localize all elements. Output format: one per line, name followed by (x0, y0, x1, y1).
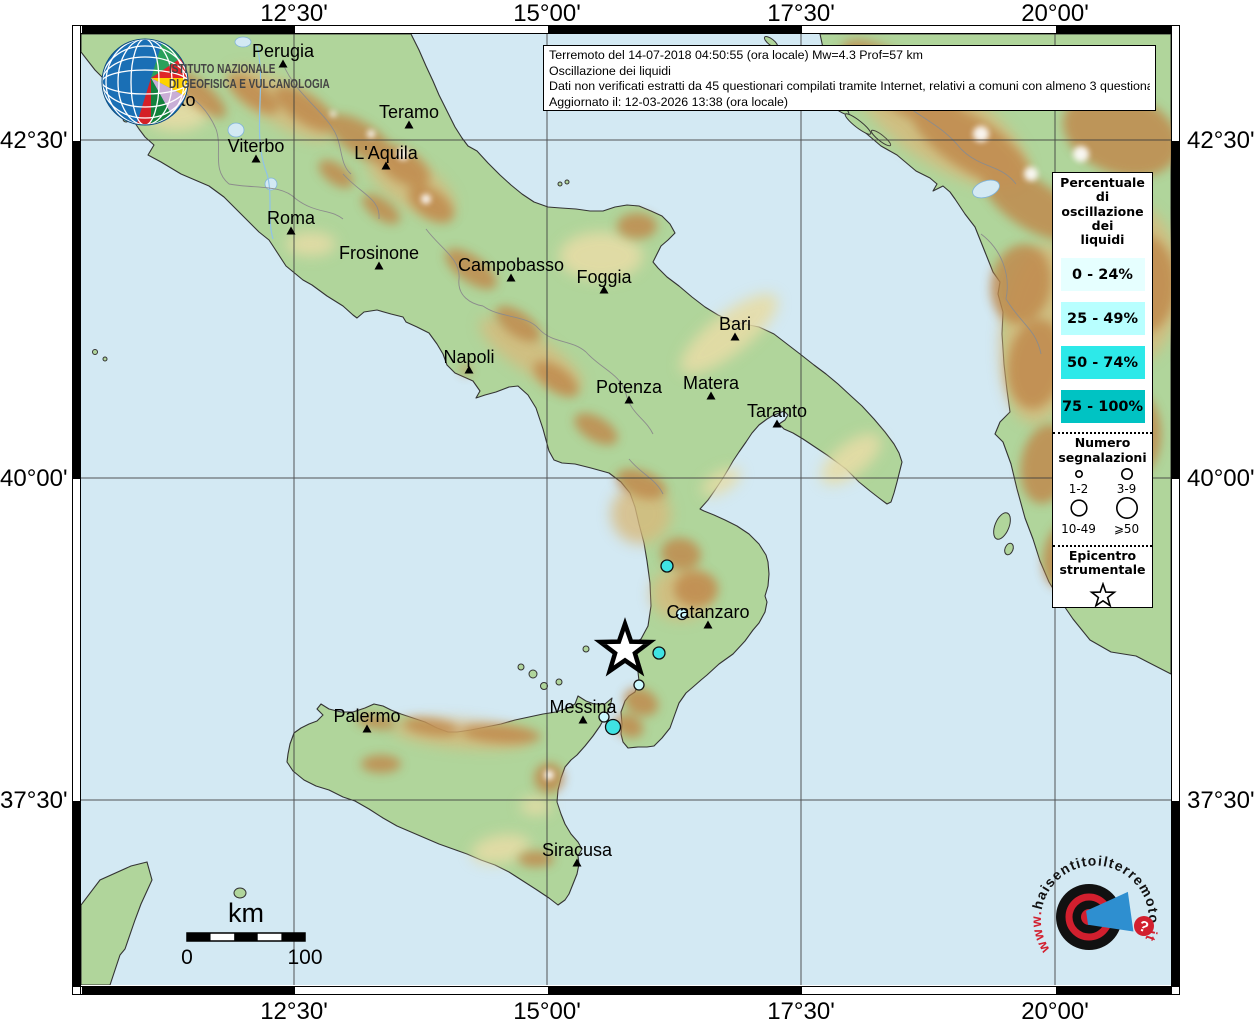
report-circle (633, 679, 645, 691)
tick-left-3: 37°30' (0, 787, 68, 814)
size-key-3-9: 3-9 (1103, 465, 1151, 496)
city-label: Bari (719, 314, 751, 334)
tick-left-2: 40°00' (0, 465, 68, 492)
legend-title: Percentuale di oscillazione dei liquidi (1060, 175, 1145, 247)
city-label: Catanzaro (666, 602, 749, 622)
city-label: Siracusa (542, 840, 613, 860)
city-label: L'Aquila (354, 143, 418, 163)
epicenter-star-icon (1088, 581, 1117, 608)
size-key-1-2: 1-2 (1055, 465, 1103, 496)
event-title-line: Terremoto del 14-07-2018 04:50:55 (ora l… (549, 48, 923, 62)
map-frame-left (72, 25, 81, 995)
tick-bottom-2: 15°00' (513, 998, 581, 1024)
size-circle-icon (1069, 499, 1088, 517)
legend-panel: Percentuale di oscillazione dei liquidi … (1052, 172, 1153, 608)
city-label: Viterbo (228, 136, 285, 156)
tick-top-2: 15°00' (513, 0, 581, 27)
city-label: Napoli (443, 347, 494, 367)
scale-end: 100 (287, 946, 322, 969)
tick-bottom-4: 20°00' (1021, 998, 1089, 1024)
size-key-50plus: ⩾50 (1103, 496, 1151, 536)
tick-right-1: 42°30' (1187, 127, 1254, 154)
tick-top-1: 12°30' (260, 0, 328, 27)
city-label: Teramo (379, 102, 439, 122)
legend-separator (1053, 545, 1152, 547)
legend-class-25-49: 25 - 49% (1060, 302, 1145, 336)
legend-class-50-74: 50 - 74% (1060, 346, 1145, 380)
report-circle (652, 646, 666, 660)
city-label: Frosinone (339, 243, 419, 263)
scale-start: 0 (181, 946, 193, 969)
ingv-logo-text: ISTITUTO NAZIONALE DI GEOFISICA E VULCAN… (169, 62, 330, 91)
event-title-box: Terremoto del 14-07-2018 04:50:55 (ora l… (543, 45, 1156, 111)
city-label: Palermo (333, 706, 400, 726)
legend-count-title: Numero segnalazioni (1058, 435, 1147, 465)
haisentitoilterremoto-logo: www.haisentitoilterremoto.it ? (1028, 852, 1161, 956)
event-data-note-line: Dati non verificati estratti da 45 quest… (549, 79, 1150, 94)
report-circle (604, 718, 622, 736)
city-label: Messina (549, 697, 617, 717)
map-frame-right (1171, 25, 1180, 995)
city-label: Roma (267, 208, 316, 228)
tick-bottom-3: 17°30' (767, 998, 835, 1024)
tick-top-3: 17°30' (767, 0, 835, 27)
report-circle (660, 559, 674, 573)
legend-separator (1053, 432, 1152, 435)
terrain-map: Perugia Grosseto Viterbo Teramo L'Aquila… (81, 34, 1171, 985)
tick-top-4: 20°00' (1021, 0, 1089, 27)
legend-epicenter-title: Epicentro strumentale (1059, 548, 1146, 578)
size-key-10-49: 10-49 (1055, 496, 1103, 536)
legend-size-key: 1-2 3-9 10-49 ⩾50 (1055, 465, 1151, 536)
city-label: Potenza (596, 377, 663, 397)
size-circle-icon (1074, 469, 1083, 479)
tick-right-3: 37°30' (1187, 787, 1254, 814)
tick-bottom-1: 12°30' (260, 998, 328, 1024)
map-frame-bottom (72, 986, 1180, 995)
city-label: Taranto (747, 401, 807, 421)
size-circle-icon (1120, 468, 1133, 480)
event-updated-line: Aggiornato il: 12-03-2026 13:38 (ora loc… (549, 94, 789, 109)
tick-left-1: 42°30' (0, 127, 68, 154)
event-subtitle-line: Oscillazione dei liquidi (549, 63, 671, 78)
legend-class-75-100: 75 - 100% (1060, 390, 1145, 424)
city-label: Foggia (576, 267, 632, 287)
city-label: Matera (683, 373, 740, 393)
city-label: Campobasso (458, 255, 564, 275)
scale-unit: km (228, 898, 264, 928)
legend-class-0-24: 0 - 24% (1060, 258, 1145, 292)
earthquake-map-page: { "frame": { "ticks_top": ["12°30'", "15… (0, 0, 1254, 1024)
tick-right-2: 40°00' (1187, 465, 1254, 492)
city-label: Perugia (252, 41, 315, 61)
size-circle-icon (1115, 497, 1138, 519)
